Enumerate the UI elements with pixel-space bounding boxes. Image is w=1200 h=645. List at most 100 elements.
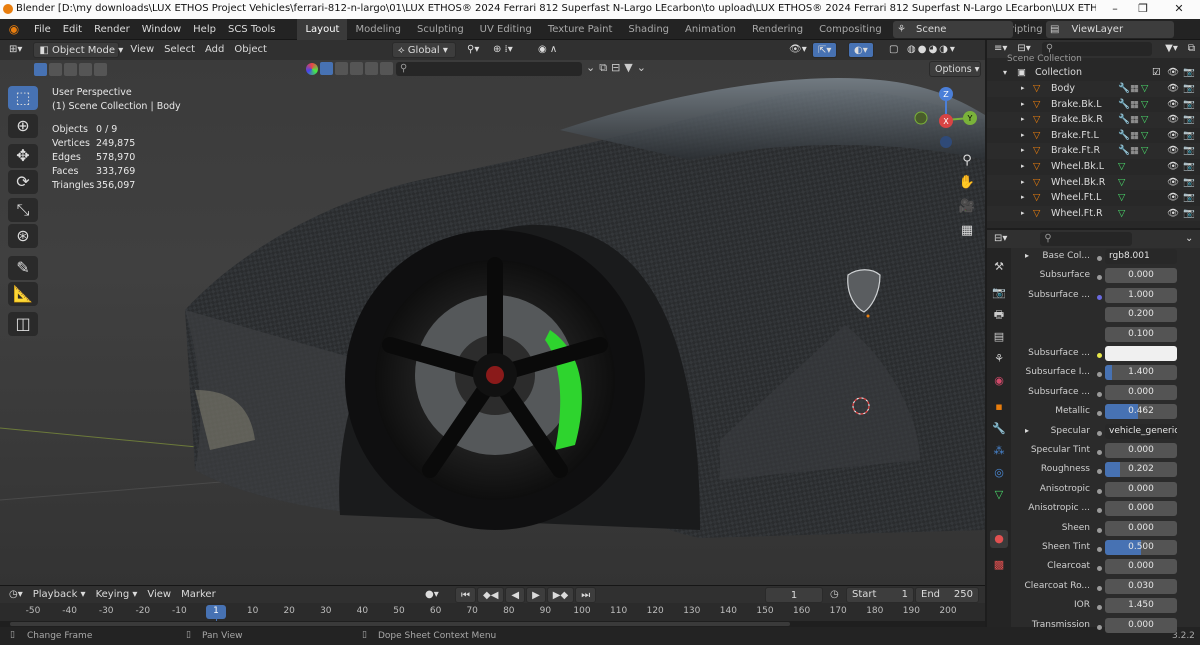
eye-icon[interactable]: 👁 (1167, 159, 1179, 175)
camera-render-icon[interactable]: 📷 (1183, 112, 1195, 128)
modifier-tab-icon[interactable]: 🔧 (990, 420, 1008, 438)
property-field[interactable]: 0.000 (1105, 384, 1177, 400)
property-field[interactable]: 0.000 (1105, 481, 1177, 497)
camera-render-icon[interactable]: 📷 (1183, 175, 1195, 191)
timeline-menu-marker[interactable]: Marker (176, 587, 221, 603)
socket-icon[interactable] (1097, 430, 1102, 436)
collection-camera-icon[interactable]: 📷 (1183, 65, 1195, 81)
camera-render-icon[interactable]: 📷 (1183, 128, 1195, 144)
socket-icon[interactable] (1097, 450, 1102, 455)
transform-orientation[interactable]: ⟡ Global ▾ (392, 42, 456, 58)
transform-tool-icon[interactable]: ⊛ (8, 224, 38, 248)
measure-tool-icon[interactable]: 📐 (8, 282, 38, 306)
close-icon[interactable]: ✕ (1172, 2, 1186, 16)
jump-start-icon[interactable]: ⏮ (455, 586, 476, 603)
eye-icon[interactable]: 👁 (1167, 206, 1179, 222)
outliner-row-body[interactable]: ▸ ▽ Body 🔧 ▦ ▽ 👁 📷 (987, 81, 1200, 97)
record-icon[interactable]: ●▾ (420, 587, 444, 603)
socket-icon[interactable] (1097, 547, 1102, 552)
pivot-icon[interactable]: ⚲▾ (462, 42, 484, 58)
timeline-menu-keying[interactable]: Keying ▾ (91, 587, 143, 603)
socket-icon[interactable] (1097, 508, 1102, 514)
object-tab-icon[interactable]: ▪ (990, 398, 1008, 416)
property-field[interactable]: 1.450 (1105, 598, 1177, 614)
menu-help[interactable]: Help (187, 19, 222, 40)
property-field[interactable]: 0.100 (1105, 326, 1177, 342)
filter-2-icon[interactable] (335, 62, 348, 75)
socket-icon[interactable] (1097, 391, 1102, 397)
start-frame-field[interactable]: Start 1 (846, 586, 914, 603)
socket-icon[interactable] (1097, 624, 1102, 630)
socket-icon[interactable] (1097, 275, 1102, 281)
property-field[interactable]: 0.000 (1105, 617, 1177, 633)
property-field[interactable] (1105, 346, 1177, 361)
snap-icon[interactable]: ⊕ ⁞▾ (488, 42, 518, 58)
mode-selector[interactable]: ◧ Object Mode ▾ (33, 42, 123, 58)
gizmo-toggle-icon[interactable]: ⇱▾ (812, 42, 838, 58)
outliner-row-brake-ft-r[interactable]: ▸ ▽ Brake.Ft.R 🔧 ▦ ▽ 👁 📷 (987, 143, 1200, 159)
timeline-menu-view[interactable]: View (142, 587, 176, 603)
camera-icon[interactable]: 🎥 (956, 196, 978, 218)
property-field[interactable]: 0.202 (1105, 462, 1177, 478)
expand-icon[interactable]: ▸ (1025, 251, 1029, 260)
render-tab-icon[interactable]: 📷 (990, 284, 1008, 302)
minimize-icon[interactable]: – (1108, 2, 1122, 16)
eye-icon[interactable]: 👁 (1167, 190, 1179, 206)
outliner-row-wheel-bk-r[interactable]: ▸ ▽ Wheel.Bk.R ▽ 👁 📷 (987, 174, 1200, 191)
expand-icon[interactable]: ▸ (1021, 81, 1025, 97)
tab-sculpting[interactable]: Sculpting (409, 19, 472, 40)
eye-icon[interactable]: 👁 (1167, 112, 1179, 128)
expand-icon[interactable]: ▸ (1021, 143, 1025, 159)
rotate-tool-icon[interactable]: ⟳ (8, 170, 38, 194)
camera-render-icon[interactable]: 📷 (1183, 143, 1195, 159)
tab-texture-paint[interactable]: Texture Paint (540, 19, 621, 40)
viewport-menu-object[interactable]: Object (229, 42, 272, 58)
property-field[interactable]: 0.462 (1105, 404, 1177, 420)
play-icon[interactable]: ▶ (526, 586, 546, 603)
view-layer-tab-icon[interactable]: ▤ (990, 328, 1008, 346)
menu-window[interactable]: Window (136, 19, 187, 40)
play-reverse-icon[interactable]: ◀ (505, 586, 526, 603)
camera-render-icon[interactable]: 📷 (1183, 81, 1195, 97)
timeline-ruler[interactable]: -50 -40 -30 -20 -10 1 10 20 30 40 50 60 70 80 90 100 110… (0, 603, 985, 623)
scene-tab-icon[interactable]: ⚘ (990, 350, 1008, 368)
collection-checkbox-icon[interactable]: ☑ (1152, 65, 1161, 81)
navigation-gizmo[interactable]: Z Y X (910, 82, 982, 152)
outliner-row-brake-bk-l[interactable]: ▸ ▽ Brake.Bk.L 🔧 ▦ ▽ 👁 📷 (987, 97, 1200, 113)
property-field[interactable]: 0.000 (1105, 520, 1177, 536)
socket-icon[interactable] (1097, 294, 1102, 300)
outliner-row-wheel-bk-l[interactable]: ▸ ▽ Wheel.Bk.L ▽ 👁 📷 (987, 159, 1200, 175)
maximize-icon[interactable]: ❐ (1136, 2, 1150, 16)
camera-render-icon[interactable]: 📷 (1183, 206, 1195, 222)
select-invert-icon[interactable] (79, 63, 92, 76)
camera-render-icon[interactable]: 📷 (1183, 190, 1195, 206)
property-field[interactable]: 1.400 (1105, 365, 1177, 381)
camera-render-icon[interactable]: 📷 (1183, 159, 1195, 175)
property-field[interactable]: 0.030 (1105, 578, 1177, 594)
select-box-tool-icon[interactable]: ⬚ (8, 86, 38, 110)
eye-icon[interactable]: 👁 (1167, 81, 1179, 97)
expand-icon[interactable]: ▸ (1025, 426, 1029, 435)
socket-icon[interactable] (1097, 527, 1102, 533)
menu-file[interactable]: File (28, 19, 57, 40)
property-field[interactable]: 0.200 (1105, 307, 1177, 323)
current-frame-field[interactable]: 1 (765, 586, 823, 603)
outliner-new-collection-icon[interactable]: ⧉ (1183, 41, 1200, 57)
socket-icon[interactable] (1097, 256, 1102, 261)
blender-menu-icon[interactable]: ◉ (0, 22, 28, 36)
tool-tab-icon[interactable]: ⚒ (990, 258, 1008, 276)
property-field[interactable]: 0.500 (1105, 540, 1177, 555)
socket-icon[interactable] (1097, 353, 1102, 358)
viewport-menu-select[interactable]: Select (159, 42, 200, 58)
color-filter-icon[interactable] (306, 62, 318, 75)
viewport-search-input[interactable]: ⚲ (396, 62, 582, 76)
grid-perspective-icon[interactable]: ▦ (956, 220, 978, 242)
cursor-tool-icon[interactable]: ⊕ (8, 114, 38, 138)
add-cube-tool-icon[interactable]: ◫ (8, 312, 38, 336)
texture-tab-icon[interactable]: ▩ (990, 556, 1008, 574)
properties-search-input[interactable]: ⚲ (1040, 232, 1133, 246)
property-field[interactable]: 0.000 (1105, 443, 1177, 458)
outliner-row-wheel-ft-r[interactable]: ▸ ▽ Wheel.Ft.R ▽ 👁 📷 (987, 205, 1200, 222)
menu-render[interactable]: Render (88, 19, 136, 40)
eye-icon[interactable]: 👁 (1167, 143, 1179, 159)
